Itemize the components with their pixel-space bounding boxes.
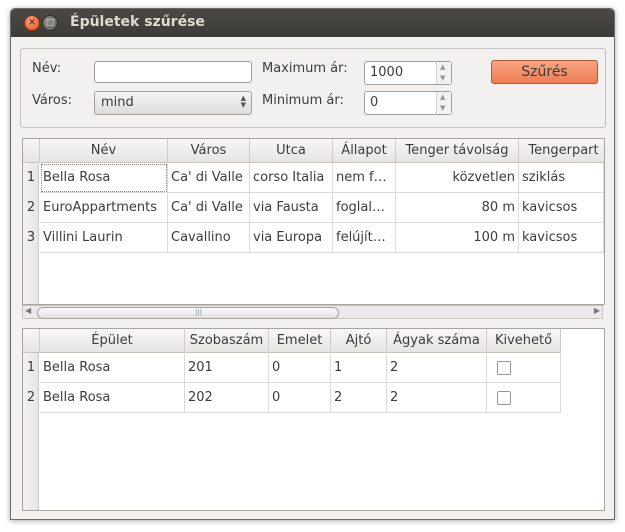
corner-cell	[23, 139, 40, 163]
table-cell[interactable]: 0	[269, 383, 331, 413]
title-bar: ✕ □ Épületek szűrése	[11, 9, 614, 37]
max-price-stepper[interactable]: ▲ ▼	[436, 62, 451, 84]
col-header-room-number[interactable]: Szobaszám	[185, 329, 269, 353]
table-cell[interactable]: közvetlen	[396, 163, 519, 193]
horizontal-scrollbar[interactable]: ◀ ||| ▶	[22, 305, 603, 319]
col-header-state[interactable]: Állapot	[333, 139, 396, 163]
col-header-floor[interactable]: Emelet	[269, 329, 331, 353]
table-cell[interactable]: 1	[331, 353, 387, 383]
filter-button[interactable]: Szűrés	[491, 60, 598, 84]
grip-icon: |||	[195, 308, 203, 316]
table-cell[interactable]: kavicsos	[519, 193, 604, 223]
table-cell[interactable]: via Europa	[250, 223, 333, 253]
scrollbar-thumb[interactable]: |||	[37, 307, 339, 319]
combo-arrows-icon: ▲ ▼	[240, 94, 246, 109]
max-price-value: 1000	[370, 65, 404, 80]
table-cell[interactable]	[487, 353, 561, 383]
filter-panel: Név: Város: mind ▲ ▼ Maximum ár: 1000 ▲ ▼…	[20, 48, 606, 128]
table-cell[interactable]: Bella Rosa	[40, 383, 185, 413]
row-number[interactable]: 3	[23, 223, 39, 252]
row-number[interactable]: 2	[23, 383, 39, 412]
col-header-beds[interactable]: Ágyak száma	[387, 329, 487, 353]
step-up-icon[interactable]: ▲	[440, 93, 445, 101]
col-header-city[interactable]: Város	[168, 139, 250, 163]
table-cell[interactable]: 0	[269, 353, 331, 383]
table-cell[interactable]: 80 m	[396, 193, 519, 223]
col-header-building[interactable]: Épület	[40, 329, 185, 353]
col-header-street[interactable]: Utca	[250, 139, 333, 163]
table-cell[interactable]: Bella Rosa	[40, 163, 168, 193]
rentable-checkbox[interactable]	[497, 391, 511, 405]
table-cell[interactable]: 2	[387, 353, 487, 383]
table-cell[interactable]: Cavallino	[168, 223, 250, 253]
close-icon[interactable]: ✕	[24, 15, 40, 31]
table-cell[interactable]: via Fausta	[250, 193, 333, 223]
step-down-icon[interactable]: ▼	[440, 74, 445, 82]
min-price-stepper[interactable]: ▲ ▼	[436, 92, 451, 114]
rooms-table-header: Épület Szobaszám Emelet Ajtó Ágyak száma…	[23, 329, 561, 353]
min-price-label: Minimum ár:	[262, 93, 344, 108]
city-label: Város:	[32, 93, 73, 108]
row-number[interactable]: 2	[23, 193, 39, 222]
table-cell[interactable]: Ca' di Valle	[168, 163, 250, 193]
table-cell[interactable]: corso Italia	[250, 163, 333, 193]
buildings-table-header: Név Város Utca Állapot Tenger távolság T…	[23, 139, 604, 163]
col-header-rentable[interactable]: Kivehető	[487, 329, 561, 353]
table-cell[interactable]: 100 m	[396, 223, 519, 253]
buildings-table[interactable]: Név Város Utca Állapot Tenger távolság T…	[22, 138, 605, 305]
table-cell[interactable]: 201	[185, 353, 269, 383]
app-window: ✕ □ Épületek szűrése Név: Város: mind ▲ ▼…	[10, 8, 615, 520]
min-price-value: 0	[370, 95, 379, 110]
table-cell[interactable]: Bella Rosa	[40, 353, 185, 383]
table-cell[interactable]: 2	[387, 383, 487, 413]
step-up-icon[interactable]: ▲	[440, 63, 445, 71]
max-price-label: Maximum ár:	[262, 61, 348, 76]
scroll-right-icon[interactable]: ▶	[594, 306, 600, 315]
table-cell[interactable]: Villini Laurin	[40, 223, 168, 253]
corner-cell	[23, 329, 40, 353]
rentable-checkbox[interactable]	[497, 361, 511, 375]
min-price-spinbox[interactable]: 0 ▲ ▼	[364, 91, 452, 115]
max-price-spinbox[interactable]: 1000 ▲ ▼	[364, 61, 452, 85]
name-input[interactable]	[94, 61, 252, 83]
col-header-sea-distance[interactable]: Tenger távolság	[396, 139, 519, 163]
table-cell[interactable]: 202	[185, 383, 269, 413]
name-label: Név:	[32, 61, 62, 76]
table-cell[interactable]	[487, 383, 561, 413]
city-select[interactable]: mind ▲ ▼	[94, 91, 252, 115]
table-cell[interactable]: felújít…	[333, 223, 396, 253]
table-cell[interactable]: sziklás	[519, 163, 604, 193]
row-number[interactable]: 1	[23, 353, 39, 382]
row-number[interactable]: 1	[23, 163, 39, 192]
col-header-beach[interactable]: Tengerpart	[519, 139, 604, 163]
table-cell[interactable]: nem f…	[333, 163, 396, 193]
city-select-value: mind	[101, 95, 134, 110]
table-cell[interactable]: EuroAppartments	[40, 193, 168, 223]
table-cell[interactable]: Ca' di Valle	[168, 193, 250, 223]
scroll-left-icon[interactable]: ◀	[25, 306, 31, 315]
col-header-name[interactable]: Név	[40, 139, 168, 163]
col-header-door[interactable]: Ajtó	[331, 329, 387, 353]
table-cell[interactable]: foglal…	[333, 193, 396, 223]
maximize-icon[interactable]: □	[42, 15, 58, 31]
rooms-table[interactable]: Épület Szobaszám Emelet Ajtó Ágyak száma…	[22, 328, 605, 511]
step-down-icon[interactable]: ▼	[440, 104, 445, 112]
window-title: Épületek szűrése	[70, 14, 205, 30]
table-cell[interactable]: kavicsos	[519, 223, 604, 253]
table-cell[interactable]: 2	[331, 383, 387, 413]
